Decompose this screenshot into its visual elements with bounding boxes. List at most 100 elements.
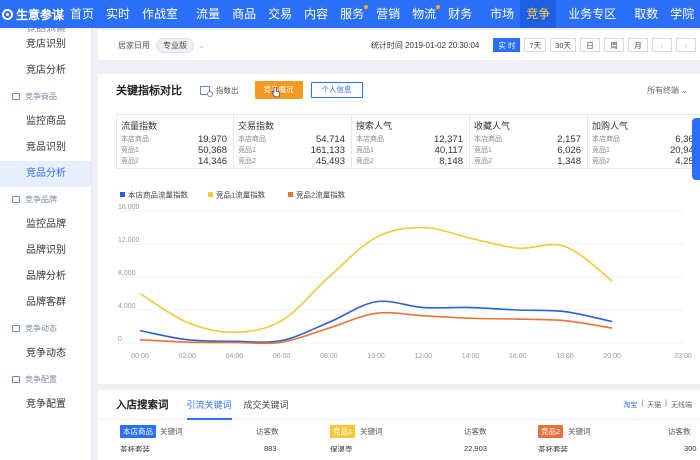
- metrics-row: 流量指数 本店商品 19,970 竞品1 50,368 竞品2 14,346 交易指数 本店商品…: [116, 114, 700, 169]
- legend-swatch: [120, 192, 125, 197]
- range-30d-button[interactable]: 30天: [550, 38, 576, 52]
- keyword-cell[interactable]: 茶杯套装: [120, 444, 150, 452]
- sidebar-item[interactable]: 竞品分析: [0, 161, 91, 187]
- metric-title: 流量指数: [121, 121, 158, 131]
- x-tick-label: 00:00: [131, 353, 149, 360]
- notification-dot: [436, 5, 441, 9]
- keyword-cell[interactable]: 茶杯套装: [538, 444, 568, 452]
- metric-title: 交易指数: [238, 121, 275, 131]
- series-line: [139, 311, 613, 345]
- platform-taobao[interactable]: 淘宝: [623, 400, 637, 410]
- group-icon: [12, 93, 20, 100]
- edition-tag[interactable]: 专业版: [156, 37, 194, 53]
- tab-competitor-overview[interactable]: 竞品概况: [254, 81, 303, 99]
- prev-period-icon[interactable]: ‹: [652, 38, 672, 52]
- sidebar-item[interactable]: 竞店分析: [0, 58, 91, 84]
- range-day-button[interactable]: 日: [580, 38, 600, 52]
- own-product-badge: 本店商品: [120, 424, 156, 438]
- platform-switch: 淘宝 | 天猫 | 无线端: [623, 400, 692, 410]
- legend-label: 竞品2流量指数: [296, 190, 346, 200]
- metric-card[interactable]: 交易指数 本店商品 54,714 竞品1 161,133 竞品2 45,493: [234, 114, 352, 169]
- nav-logistics[interactable]: 物流: [406, 0, 442, 28]
- nav-finance[interactable]: 财务: [442, 0, 478, 28]
- nav-service[interactable]: 服务: [334, 0, 370, 28]
- brand-logo-icon: [2, 8, 13, 20]
- nav-trade[interactable]: 交易: [262, 0, 298, 28]
- metric-row-label: 竞品1: [356, 147, 374, 154]
- floating-service-tab[interactable]: [692, 118, 700, 180]
- sidebar-group-label: 竞争动态: [25, 324, 57, 333]
- nav-marketing[interactable]: 营销: [370, 0, 406, 28]
- range-week-button[interactable]: 周: [604, 38, 624, 52]
- tab-trade-keywords[interactable]: 成交关键词: [244, 390, 289, 420]
- sidebar-group: 竞争品牌: [0, 187, 91, 212]
- sidebar-item[interactable]: 竞争动态: [0, 341, 91, 367]
- visitor-cell: 22,903: [464, 444, 487, 452]
- brand-name: 生意参谋: [16, 7, 65, 22]
- chevron-down-icon[interactable]: ⌄: [198, 40, 206, 51]
- range-month-button[interactable]: 月: [628, 38, 648, 52]
- group-icon: [12, 376, 20, 383]
- platform-divider: |: [641, 399, 644, 407]
- competitor1-badge: 竞品1: [330, 424, 356, 438]
- tab-export[interactable]: 指数出: [216, 85, 239, 96]
- export-icon[interactable]: [200, 85, 213, 97]
- metric-card[interactable]: 收藏人气 本店商品 2,157 竞品1 6,026 竞品2 1,348: [470, 114, 588, 169]
- metric-card[interactable]: 搜索人气 本店商品 12,371 竞品1 40,117 竞品2 8,148: [352, 114, 470, 169]
- nav-business-zone[interactable]: 业务专区: [562, 0, 622, 28]
- sidebar-item[interactable]: 竞争配置: [0, 392, 91, 418]
- sidebar-item[interactable]: 监控品牌: [0, 212, 91, 238]
- group-icon: [12, 325, 20, 332]
- range-realtime-button[interactable]: 实 时: [493, 38, 521, 52]
- nav-product[interactable]: 商品: [226, 0, 262, 28]
- terminal-select-label: 所有终端: [647, 85, 680, 95]
- nav-realtime[interactable]: 实时: [100, 0, 136, 28]
- series-line: [139, 226, 613, 334]
- platform-tmall[interactable]: 天猫: [647, 400, 661, 410]
- metric-row-label: 本店商品: [356, 136, 384, 143]
- metric-row: 竞品2 45,493: [238, 156, 345, 167]
- metric-row-label: 竞品2: [121, 158, 139, 165]
- nav-traffic[interactable]: 流量: [190, 0, 226, 28]
- metric-row-label: 竞品1: [238, 147, 256, 154]
- metric-row: 竞品1 20,941: [592, 145, 699, 156]
- sidebar-item[interactable]: 竞品识别: [0, 135, 91, 161]
- next-period-icon[interactable]: ›: [676, 38, 696, 52]
- nav-competition[interactable]: 竞争: [520, 0, 557, 28]
- metric-card[interactable]: 加购人气 本店商品 6,367 竞品1 20,941 竞品2 4,254: [588, 114, 700, 169]
- sidebar-item[interactable]: 品牌分析: [0, 264, 91, 290]
- nav-market[interactable]: 市场: [484, 0, 520, 28]
- nav-content[interactable]: 内容: [298, 0, 334, 28]
- metric-row-value: 40,117: [434, 145, 463, 156]
- platform-wireless[interactable]: 无线端: [671, 400, 692, 410]
- sidebar-item[interactable]: 竞店识别: [0, 32, 91, 58]
- metric-row-value: 12,371: [433, 134, 463, 145]
- tab-traffic-keywords[interactable]: 引流关键词: [186, 390, 232, 420]
- nav-home[interactable]: 首页: [64, 0, 100, 28]
- x-tick-label: 18:00: [556, 353, 574, 360]
- nav-data-fetch[interactable]: 取数: [628, 0, 664, 28]
- x-tick-label: 23:00: [674, 353, 692, 360]
- hand-cursor-icon: [270, 87, 280, 98]
- nav-war-room[interactable]: 作战室: [136, 0, 184, 28]
- terminal-select[interactable]: 所有终端 ⌄: [647, 85, 688, 96]
- metric-row: 竞品1 50,368: [121, 145, 227, 156]
- tab-personal-info[interactable]: 个人信息: [310, 82, 363, 98]
- metric-row: 本店商品 12,371: [356, 134, 463, 145]
- x-tick-label: 02:00: [178, 353, 196, 360]
- metric-card[interactable]: 流量指数 本店商品 19,970 竞品1 50,368 竞品2 14,346: [116, 114, 234, 169]
- keyword-column-header: 关键词: [160, 426, 183, 436]
- x-tick-label: 08:00: [320, 353, 338, 360]
- keyword-table-row[interactable]: 茶杯套装 883 保温壶 22,903 茶杯套装 300: [98, 442, 700, 452]
- x-tick-label: 06:00: [273, 353, 291, 360]
- sidebar-item[interactable]: 品牌识别: [0, 238, 91, 264]
- notification-dot: [364, 5, 369, 9]
- keyword-cell[interactable]: 保温壶: [330, 444, 353, 452]
- sidebar-group: 竞争配置: [0, 367, 91, 392]
- nav-academy[interactable]: 学院: [664, 0, 700, 28]
- sidebar-item[interactable]: 品牌客群: [0, 290, 91, 316]
- card2-header: 入店搜索词 引流关键词 成交关键词 淘宝 | 天猫 | 无线端: [98, 390, 700, 420]
- range-7d-button[interactable]: 7天: [524, 38, 547, 52]
- sidebar-item[interactable]: 监控商品: [0, 109, 91, 135]
- brand[interactable]: 生意参谋: [0, 6, 64, 23]
